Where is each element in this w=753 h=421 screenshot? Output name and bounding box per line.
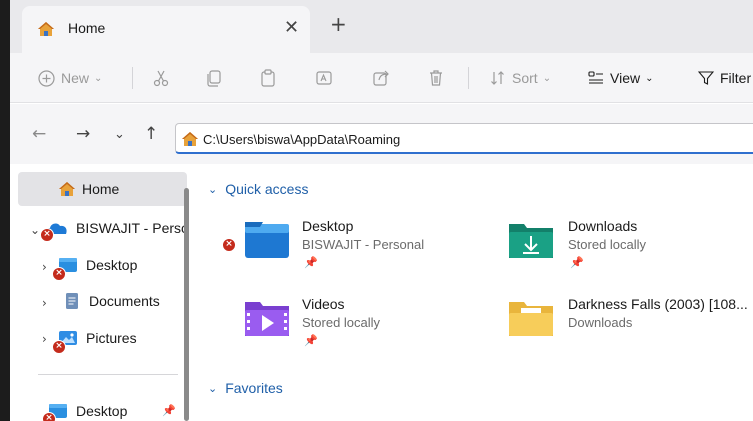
sidebar-item-pictures[interactable]: Pictures: [58, 329, 137, 347]
pin-icon: 📌: [570, 256, 584, 269]
command-bar: New ⌄ Sort ⌄ View ⌄ Filter: [10, 53, 753, 103]
sidebar-item-label: Desktop: [76, 403, 128, 419]
view-button[interactable]: View ⌄: [588, 53, 653, 103]
rename-icon: [316, 71, 332, 85]
sidebar-item-documents[interactable]: Documents: [65, 292, 160, 310]
chevron-right-icon[interactable]: ›: [42, 332, 47, 346]
address-bar[interactable]: C:\Users\biswa\AppData\Roaming: [175, 123, 753, 154]
card-title: Desktop: [302, 218, 354, 234]
navigation-bar: ← → ⌄ ↑ C:\Users\biswa\AppData\Roaming: [10, 104, 753, 164]
sidebar-item-label: BISWAJIT - Perso: [76, 220, 189, 236]
documents-icon: [66, 293, 78, 309]
address-path: C:\Users\biswa\AppData\Roaming: [203, 132, 401, 147]
favorites-header[interactable]: ⌄ Favorites: [208, 380, 283, 396]
card-title: Videos: [302, 296, 345, 312]
sync-error-icon: ×: [52, 340, 66, 354]
toolbar-divider: [468, 67, 469, 89]
quick-access-header[interactable]: ⌄ Quick access: [208, 181, 308, 197]
filter-label: Filter: [720, 70, 752, 86]
sidebar-item-pinned-desktop[interactable]: Desktop: [48, 402, 127, 420]
card-subtitle: Downloads: [568, 315, 633, 330]
sidebar-item-onedrive[interactable]: BISWAJIT - Perso: [44, 220, 189, 236]
sync-error-icon: ×: [52, 267, 66, 281]
filter-icon: [698, 71, 714, 85]
tab-home[interactable]: Home ✕: [22, 6, 310, 53]
delete-button[interactable]: [428, 53, 444, 103]
chevron-right-icon[interactable]: ›: [42, 260, 47, 274]
desktop-folder-icon: [245, 222, 289, 258]
sidebar-scrollbar[interactable]: [184, 188, 189, 421]
navigation-pane: Home ⌄ BISWAJIT - Perso × › Desktop × › …: [10, 164, 190, 421]
sync-error-icon: ×: [42, 412, 56, 421]
chevron-down-icon: ⌄: [208, 182, 218, 196]
filter-button[interactable]: Filter: [698, 53, 751, 103]
sidebar-item-label: Pictures: [86, 330, 137, 346]
tab-title: Home: [68, 20, 106, 36]
chevron-down-icon: ⌄: [542, 72, 552, 84]
share-icon: [373, 70, 389, 86]
section-label: Quick access: [225, 181, 309, 197]
sidebar-divider: [38, 374, 178, 375]
downloads-folder-icon: [509, 224, 553, 258]
card-subtitle: Stored locally: [568, 237, 647, 252]
sidebar-item-label: Home: [82, 181, 120, 197]
new-button[interactable]: New ⌄: [38, 53, 102, 103]
up-arrow-icon[interactable]: ↑: [144, 124, 158, 144]
rename-button[interactable]: [315, 53, 333, 103]
sidebar-item-label: Documents: [89, 293, 160, 309]
toolbar-divider: [132, 67, 133, 89]
home-icon: [37, 21, 55, 42]
cut-button[interactable]: [152, 53, 170, 103]
new-tab-button[interactable]: +: [330, 12, 347, 36]
cut-icon: [153, 70, 169, 87]
window-edge: [0, 0, 10, 421]
videos-folder-icon: [245, 302, 289, 336]
sort-icon: [491, 71, 504, 85]
close-tab-button[interactable]: ✕: [284, 17, 299, 38]
paste-icon: [261, 69, 275, 87]
section-label: Favorites: [225, 380, 283, 396]
paste-button[interactable]: [260, 53, 276, 103]
new-label: New: [61, 70, 90, 86]
copy-icon: [207, 70, 221, 87]
content-area: ⌄ Quick access × Desktop BISWAJIT - Pers…: [190, 164, 753, 421]
view-label: View: [610, 70, 641, 86]
sync-error-icon: ×: [222, 238, 236, 252]
card-subtitle: Stored locally: [302, 315, 381, 330]
back-arrow-icon[interactable]: ←: [32, 124, 46, 144]
home-icon: [58, 181, 76, 202]
sync-error-icon: ×: [40, 228, 54, 242]
card-title: Downloads: [568, 218, 638, 234]
pin-icon: 📌: [304, 256, 318, 269]
chevron-down-icon: ⌄: [645, 72, 654, 84]
title-bar: Home ✕ +: [10, 0, 753, 53]
chevron-down-icon: ⌄: [94, 72, 103, 84]
card-title: Darkness Falls (2003) [108...: [568, 296, 748, 312]
pin-icon: 📌: [162, 404, 176, 417]
trash-icon: [430, 70, 442, 86]
sidebar-item-desktop[interactable]: Desktop: [58, 256, 137, 274]
copy-button[interactable]: [206, 53, 222, 103]
view-icon: [588, 71, 603, 84]
sort-button[interactable]: Sort ⌄: [490, 53, 551, 103]
add-circle-icon: [38, 69, 55, 87]
chevron-down-icon[interactable]: ⌄: [30, 223, 40, 237]
sidebar-item-home[interactable]: Home: [18, 172, 187, 206]
recent-locations-chevron-icon[interactable]: ⌄: [114, 127, 125, 142]
card-subtitle: BISWAJIT - Personal: [302, 237, 425, 252]
pin-icon: 📌: [304, 334, 318, 347]
chevron-right-icon[interactable]: ›: [42, 296, 47, 310]
chevron-down-icon: ⌄: [208, 381, 218, 395]
sidebar-item-label: Desktop: [86, 257, 138, 273]
forward-arrow-icon[interactable]: →: [76, 124, 90, 144]
folder-icon: [509, 302, 553, 336]
sort-label: Sort: [512, 70, 538, 86]
share-button[interactable]: [372, 53, 390, 103]
home-icon: [181, 131, 199, 152]
